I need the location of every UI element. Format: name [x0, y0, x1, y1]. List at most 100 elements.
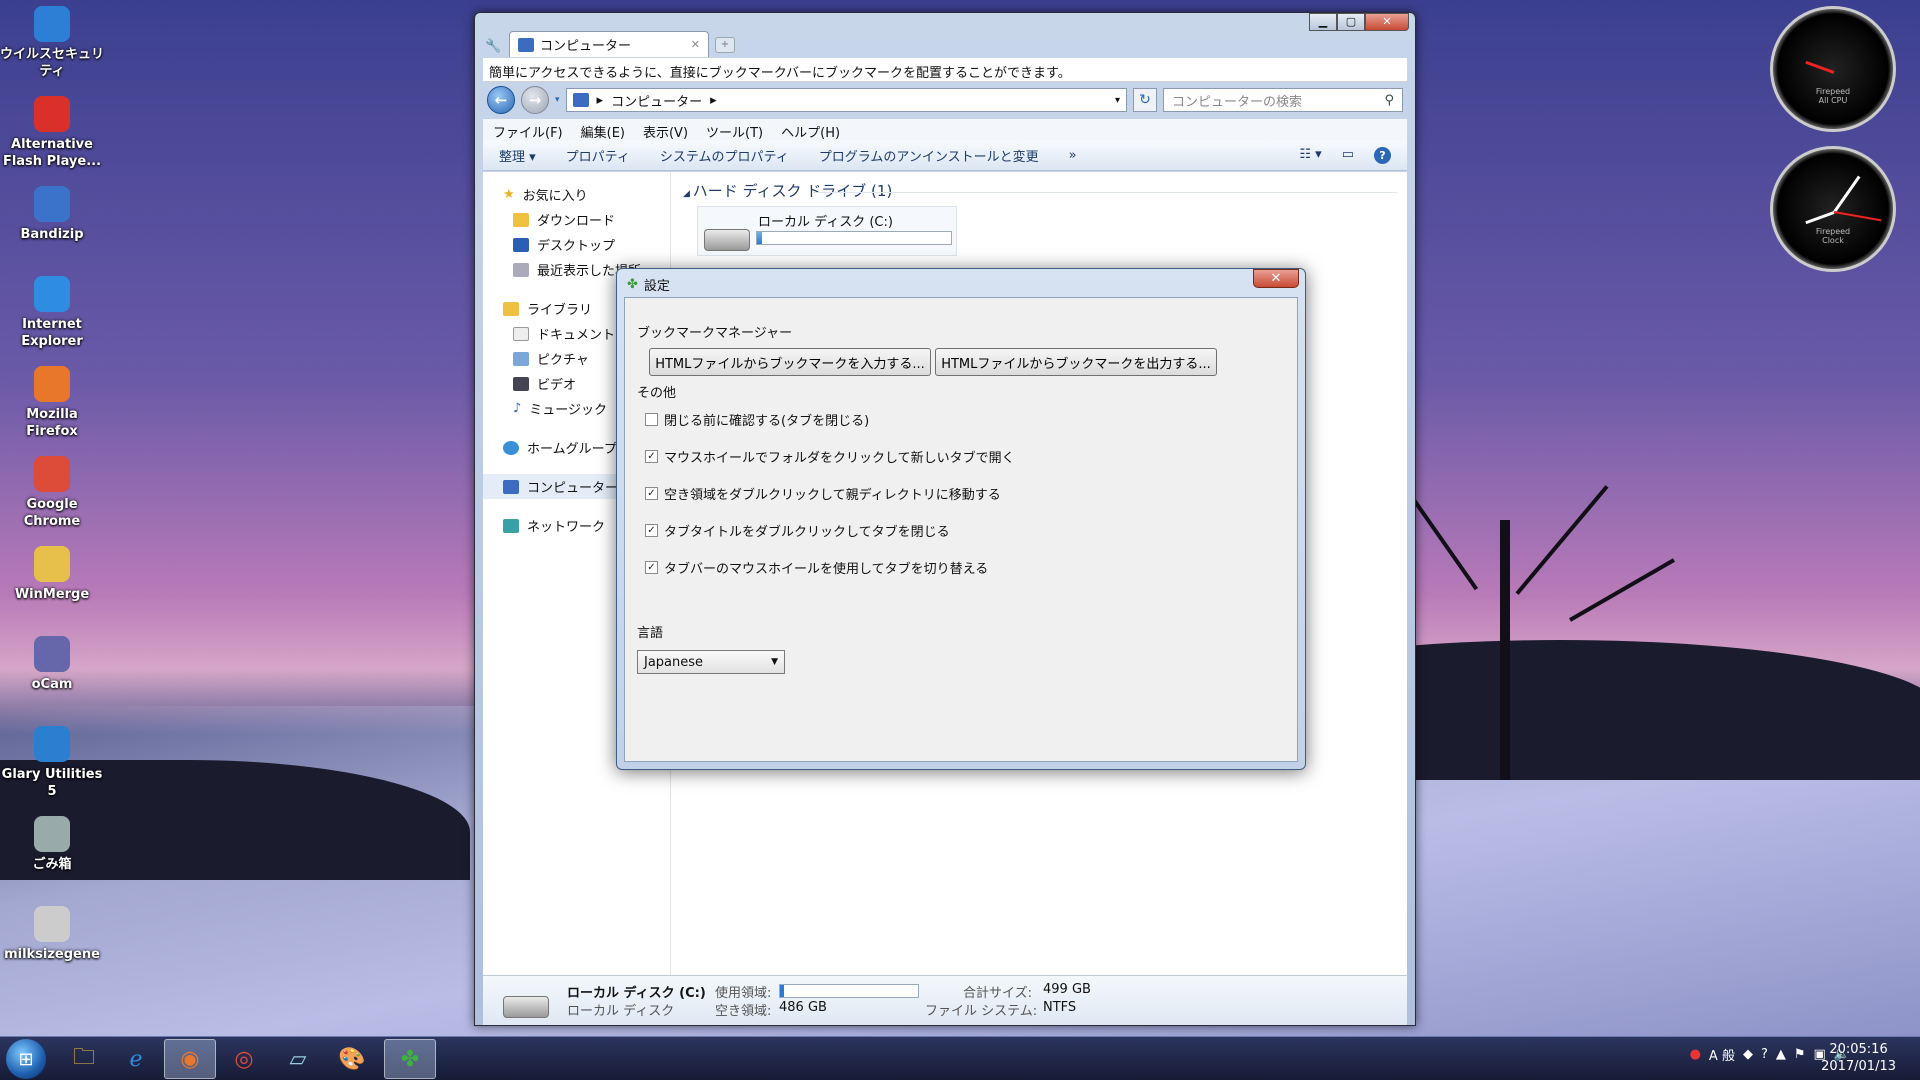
total-size-label: 合計サイズ:: [963, 986, 1032, 1001]
option-checkbox-row[interactable]: ✓ 空き領域をダブルクリックして親ディレクトリに移動する: [645, 484, 1001, 503]
desktop-shortcut-label: Internet Explorer: [21, 317, 83, 349]
chevron-down-icon[interactable]: ▾: [1115, 95, 1120, 106]
taskbar-firefox-icon[interactable]: ◉: [164, 1039, 216, 1079]
nav-downloads[interactable]: ダウンロード: [483, 207, 670, 232]
free-space-value: 486 GB: [779, 1000, 827, 1015]
gadget-label: All CPU: [1818, 96, 1848, 105]
desktop-shortcut[interactable]: Google Chrome: [0, 456, 104, 530]
menu-tools[interactable]: ツール(T): [706, 122, 763, 141]
desktop-shortcut[interactable]: Alternative Flash Playe...: [0, 96, 104, 170]
address-bar[interactable]: ▸ コンピューター ▸ ▾: [565, 88, 1127, 112]
taskbar-clover-icon[interactable]: ✤: [384, 1039, 436, 1079]
menu-help[interactable]: ヘルプ(H): [781, 122, 840, 141]
nav-label: ドキュメント: [537, 328, 616, 343]
desktop-shortcut[interactable]: WinMerge: [0, 546, 104, 603]
menu-edit[interactable]: 編集(E): [581, 122, 625, 141]
search-icon[interactable]: ⚲: [1384, 93, 1394, 108]
option-checkbox-row[interactable]: ✓ タブタイトルをダブルクリックしてタブを閉じる: [645, 521, 950, 540]
option-checkbox-row[interactable]: 閉じる前に確認する(タブを閉じる): [645, 410, 869, 429]
taskbar-chrome-icon[interactable]: ◎: [218, 1039, 270, 1079]
taskbar-notepad-icon[interactable]: ▱: [272, 1039, 324, 1079]
import-bookmarks-button[interactable]: HTMLファイルからブックマークを入力する...: [649, 348, 931, 376]
organize-button[interactable]: 整理 ▾: [499, 146, 536, 165]
desktop-shortcut-label: Alternative Flash Playe...: [2, 137, 102, 169]
desktop-shortcut[interactable]: ウイルスセキュリティ: [0, 6, 104, 80]
taskbar-ie-icon[interactable]: ℯ: [110, 1039, 162, 1079]
checkbox-checked[interactable]: ✓: [645, 524, 658, 537]
search-input[interactable]: コンピューターの検索 ⚲: [1163, 88, 1403, 112]
ime-indicator[interactable]: A 般: [1709, 1045, 1735, 1064]
desktop-shortcut[interactable]: Glary Utilities 5: [0, 726, 104, 800]
dialog-close-button[interactable]: ✕: [1253, 269, 1299, 288]
section-header[interactable]: ◢ ハード ディスク ドライブ (1): [683, 180, 892, 201]
forward-button[interactable]: →: [521, 86, 549, 114]
back-button[interactable]: ←: [487, 86, 515, 114]
uninstall-program-button[interactable]: プログラムのアンインストールと変更: [819, 146, 1039, 165]
clock-gadget[interactable]: Firepeed Clock: [1770, 146, 1896, 272]
checkbox-unchecked[interactable]: [645, 413, 658, 426]
cpu-needle: [1805, 60, 1835, 74]
start-button[interactable]: ⊞: [6, 1039, 46, 1079]
menu-view[interactable]: 表示(V): [643, 122, 688, 141]
desktop-shortcut[interactable]: Mozilla Firefox: [0, 366, 104, 440]
flag-icon[interactable]: ⚑: [1794, 1047, 1806, 1062]
option-checkbox-row[interactable]: ✓ マウスホイールでフォルダをクリックして新しいタブで開く: [645, 447, 1015, 466]
menu-file[interactable]: ファイル(F): [493, 122, 563, 141]
alert-icon[interactable]: ●: [1690, 1047, 1701, 1062]
clock-second-hand: [1833, 211, 1882, 222]
document-icon: [513, 326, 529, 341]
language-select[interactable]: Japanese ▼: [637, 650, 785, 674]
more-commands-button[interactable]: »: [1069, 148, 1077, 163]
show-hidden-icons[interactable]: ▲: [1776, 1047, 1786, 1062]
desktop-shortcut[interactable]: Bandizip: [0, 186, 104, 243]
checkbox-checked[interactable]: ✓: [645, 487, 658, 500]
taskbar-clock[interactable]: 20:05:16 2017/01/13: [1821, 1041, 1896, 1075]
tray-app-icon[interactable]: ◆: [1743, 1047, 1753, 1062]
help-icon[interactable]: ?: [1374, 147, 1391, 164]
desktop-shortcut-label: Mozilla Firefox: [26, 407, 78, 439]
wallpaper-branch: [1515, 485, 1609, 595]
refresh-button[interactable]: ↻: [1133, 88, 1157, 112]
other-label: その他: [637, 386, 677, 401]
nav-favorites[interactable]: ★ お気に入り: [483, 182, 670, 207]
cpu-meter-gadget[interactable]: Firepeed All CPU: [1770, 6, 1896, 132]
view-options-icon[interactable]: ☷ ▾: [1299, 147, 1321, 164]
desktop-shortcut-label: WinMerge: [14, 587, 90, 602]
taskbar-explorer-icon[interactable]: 🗀: [58, 1039, 110, 1079]
checkbox-checked[interactable]: ✓: [645, 561, 658, 574]
checkbox-checked[interactable]: ✓: [645, 450, 658, 463]
desktop-shortcut[interactable]: Internet Explorer: [0, 276, 104, 350]
ie-icon: [34, 276, 70, 312]
desktop-shortcut-label: oCam: [31, 677, 73, 692]
drive-item-c[interactable]: ローカル ディスク (C:): [697, 206, 957, 256]
desktop-shortcut[interactable]: milksizegene: [0, 906, 104, 963]
new-tab-button[interactable]: +: [715, 37, 735, 53]
export-bookmarks-button[interactable]: HTMLファイルからブックマークを出力する...: [935, 348, 1217, 376]
minimize-button[interactable]: ▁: [1309, 13, 1337, 31]
wrench-icon[interactable]: 🔧: [485, 39, 501, 54]
desktop-shortcut[interactable]: oCam: [0, 636, 104, 693]
dialog-titlebar[interactable]: ✤ 設定: [627, 275, 670, 294]
maximize-button[interactable]: ▢: [1337, 13, 1365, 31]
close-button[interactable]: ✕: [1365, 13, 1409, 31]
taskbar-paint-icon[interactable]: 🎨: [326, 1039, 378, 1079]
nav-label: ライブラリ: [527, 303, 593, 318]
desktop-shortcut[interactable]: ごみ箱: [0, 816, 104, 873]
tab-computer[interactable]: コンピューター ✕: [509, 31, 709, 57]
nav-label: ネットワーク: [527, 520, 606, 535]
nav-desktop[interactable]: デスクトップ: [483, 232, 670, 257]
option-checkbox-row[interactable]: ✓ タブバーのマウスホイールを使用してタブを切り替える: [645, 558, 988, 577]
properties-button[interactable]: プロパティ: [566, 146, 630, 165]
breadcrumb-separator-icon: ▸: [596, 92, 604, 108]
option-label: マウスホイールでフォルダをクリックして新しいタブで開く: [664, 451, 1015, 466]
help-icon[interactable]: ?: [1761, 1047, 1768, 1062]
history-dropdown-icon[interactable]: ▾: [555, 95, 560, 105]
system-properties-button[interactable]: システムのプロパティ: [660, 146, 789, 165]
option-label: 空き領域をダブルクリックして親ディレクトリに移動する: [664, 488, 1001, 503]
zip-icon: [34, 186, 70, 222]
nav-label: ホームグループ: [527, 442, 617, 457]
preview-pane-icon[interactable]: ▭: [1342, 147, 1354, 164]
breadcrumb-computer[interactable]: コンピューター: [611, 91, 702, 110]
tab-close-icon[interactable]: ✕: [691, 38, 700, 51]
computer-icon: [572, 93, 589, 107]
